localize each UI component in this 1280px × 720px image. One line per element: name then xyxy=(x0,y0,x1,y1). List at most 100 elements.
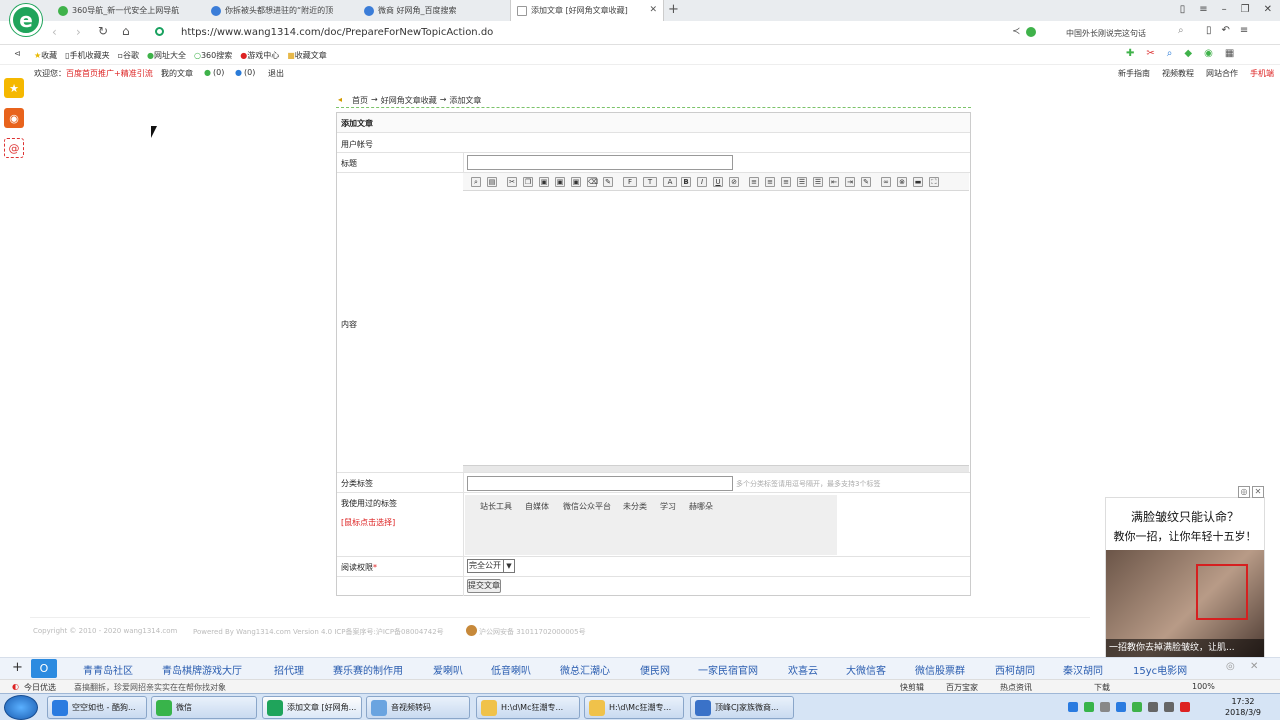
status-today[interactable]: 今日优选 xyxy=(24,682,56,693)
bottom-link[interactable]: 秦汉胡同 xyxy=(1063,662,1103,677)
links-close-icon[interactable]: ✕ xyxy=(1250,661,1258,672)
fav-google-item[interactable]: ▫谷歌 xyxy=(118,50,139,61)
align-right-icon[interactable]: ≡ xyxy=(781,177,791,187)
add-icon[interactable]: + xyxy=(12,660,23,675)
taskbar-browser[interactable]: 添加文章 [好网角... xyxy=(262,696,362,719)
message-icon[interactable]: ● xyxy=(235,68,242,77)
ext-green-icon[interactable]: ✚ xyxy=(1126,48,1134,59)
fav-folder-item[interactable]: ■收藏文章 xyxy=(287,50,327,61)
forward-icon[interactable]: › xyxy=(76,25,81,39)
weibo-icon[interactable]: ◉ xyxy=(4,108,24,128)
bottom-link[interactable]: 欢喜云 xyxy=(788,662,818,677)
ext-grid-icon[interactable]: ▦ xyxy=(1225,48,1234,59)
taskbar-doc[interactable]: 顶峰CJ家族微商... xyxy=(690,696,794,719)
tray-network-icon[interactable] xyxy=(1148,702,1158,712)
tray-360-icon[interactable] xyxy=(1132,702,1142,712)
url-field[interactable]: https://www.wang1314.com/doc/PrepareForN… xyxy=(181,27,493,38)
ordered-list-icon[interactable]: ☰ xyxy=(797,177,807,187)
search-box[interactable]: 中国外长刚说完这句话 xyxy=(1066,28,1146,39)
home-icon[interactable]: ⌂ xyxy=(122,24,130,38)
links-settings-icon[interactable]: ◎ xyxy=(1226,661,1235,672)
share-icon[interactable]: ≺ xyxy=(1012,26,1020,37)
clear-format-icon[interactable]: ⊘ xyxy=(729,177,739,187)
tab-baidu-search[interactable]: 微商 好网角_百度搜索 xyxy=(358,0,508,21)
title-input[interactable] xyxy=(467,155,733,170)
taskbar-wechat[interactable]: 微信 xyxy=(151,696,257,719)
tray-misc-icon[interactable] xyxy=(1100,702,1110,712)
read-permission-select[interactable]: 完全公开 ▼ xyxy=(467,559,515,573)
bottom-link[interactable]: 大微信客 xyxy=(846,662,886,677)
highlight-icon[interactable]: ✎ xyxy=(861,177,871,187)
taskbar-kugou[interactable]: 空空如也 - 酷狗... xyxy=(47,696,147,719)
status-edit[interactable]: 快剪辑 xyxy=(900,682,924,693)
minimize-icon[interactable]: – xyxy=(1222,4,1227,15)
status-family[interactable]: 百万宝家 xyxy=(946,682,978,693)
preview-icon[interactable]: ▤ xyxy=(487,177,497,187)
paste-word-icon[interactable]: ▣ xyxy=(571,177,581,187)
collapse-icon[interactable]: ⊲ xyxy=(14,49,21,58)
bottom-link[interactable]: 招代理 xyxy=(274,662,304,677)
source-icon[interactable]: ⌕ xyxy=(471,177,481,187)
taskbar-converter[interactable]: 音视频转码 xyxy=(366,696,470,719)
bottom-link[interactable]: 15yc电影网 xyxy=(1133,662,1187,677)
status-ticker[interactable]: 喜搞翻拆，珍爱网招亲实实在在帮你找对象 xyxy=(74,682,226,693)
browser-logo-icon[interactable]: e xyxy=(10,4,42,36)
copy-icon[interactable]: ❐ xyxy=(523,177,533,187)
editor-resize-bar[interactable] xyxy=(463,465,969,472)
ad-close-icon[interactable]: ✕ xyxy=(1252,486,1264,498)
paste-icon[interactable]: ▣ xyxy=(539,177,549,187)
italic-icon[interactable]: I xyxy=(697,177,707,187)
tray-qq-icon[interactable] xyxy=(1068,702,1078,712)
video-link[interactable]: 视频教程 xyxy=(1162,68,1194,79)
close-window-icon[interactable]: ✕ xyxy=(1264,4,1272,15)
brush-icon[interactable]: ✎ xyxy=(603,177,613,187)
fav-star-item[interactable]: ★收藏 xyxy=(34,50,57,61)
tag-item[interactable]: 学习 xyxy=(660,501,676,512)
tray-flag-icon[interactable] xyxy=(1180,702,1190,712)
breadcrumb-section[interactable]: 好网角文章收藏 xyxy=(381,95,437,106)
unlink-icon[interactable]: ⊗ xyxy=(897,177,907,187)
outdent-icon[interactable]: ⇤ xyxy=(829,177,839,187)
unordered-list-icon[interactable]: ☰ xyxy=(813,177,823,187)
align-left-icon[interactable]: ≡ xyxy=(749,177,759,187)
bottom-link[interactable]: 微信股票群 xyxy=(915,662,965,677)
fav-hao-item[interactable]: ●网址大全 xyxy=(147,50,186,61)
ext-game-icon[interactable]: ◆ xyxy=(1184,48,1192,59)
tag-item[interactable]: 站长工具 xyxy=(480,501,512,512)
favorite-star-icon[interactable]: ★ xyxy=(4,78,24,98)
new-tab-button[interactable]: + xyxy=(668,2,679,17)
bottom-link[interactable]: 微总汇潮心 xyxy=(560,662,610,677)
pin-icon[interactable]: ▯ xyxy=(1180,4,1186,15)
mail-icon[interactable]: @ xyxy=(4,138,24,158)
logout-link[interactable]: 退出 xyxy=(268,68,284,79)
ad-settings-icon[interactable]: ◎ xyxy=(1238,486,1250,498)
bold-icon[interactable]: B xyxy=(681,177,691,187)
start-button[interactable] xyxy=(4,695,38,720)
restore-icon[interactable]: ❐ xyxy=(1241,4,1250,15)
status-zoom[interactable]: 100% xyxy=(1192,682,1215,693)
ext-shield-icon[interactable]: ◉ xyxy=(1204,48,1213,59)
fav-game-item[interactable]: ●游戏中心 xyxy=(240,50,279,61)
tab-article[interactable]: 你拆被头都想进驻的“附近的顶 xyxy=(205,0,355,21)
back-icon[interactable]: ‹ xyxy=(52,25,57,39)
ext-search-icon[interactable]: ⌕ xyxy=(1167,48,1173,59)
search-icon[interactable]: ⌕ xyxy=(1178,25,1184,36)
bottom-link[interactable]: 西柯胡同 xyxy=(995,662,1035,677)
fullscreen-icon[interactable]: ⛶ xyxy=(929,177,939,187)
mobile-link[interactable]: 手机端 xyxy=(1250,68,1274,79)
taskbar-folder-1[interactable]: H:\d\Mc狂潮专... xyxy=(476,696,580,719)
bottom-link[interactable]: 青岛棋牌游戏大厅 xyxy=(162,662,242,677)
tag-item[interactable]: 赫哪朵 xyxy=(689,501,713,512)
tag-item[interactable]: 未分类 xyxy=(623,501,647,512)
tray-k-icon[interactable] xyxy=(1116,702,1126,712)
category-input[interactable] xyxy=(467,476,733,491)
user-icon[interactable]: ● xyxy=(204,68,211,77)
promo-link[interactable]: 百度首页推广+精准引流 xyxy=(66,68,153,79)
cut-icon[interactable]: ✂ xyxy=(507,177,517,187)
image-icon[interactable]: ▬ xyxy=(913,177,923,187)
clock[interactable]: 17:32 2018/3/9 xyxy=(1218,696,1268,718)
bottom-link[interactable]: 爱喇叭 xyxy=(433,662,463,677)
bottom-link[interactable]: 便民网 xyxy=(640,662,670,677)
align-center-icon[interactable]: ≡ xyxy=(765,177,775,187)
bottom-link[interactable]: 青青岛社区 xyxy=(83,662,133,677)
